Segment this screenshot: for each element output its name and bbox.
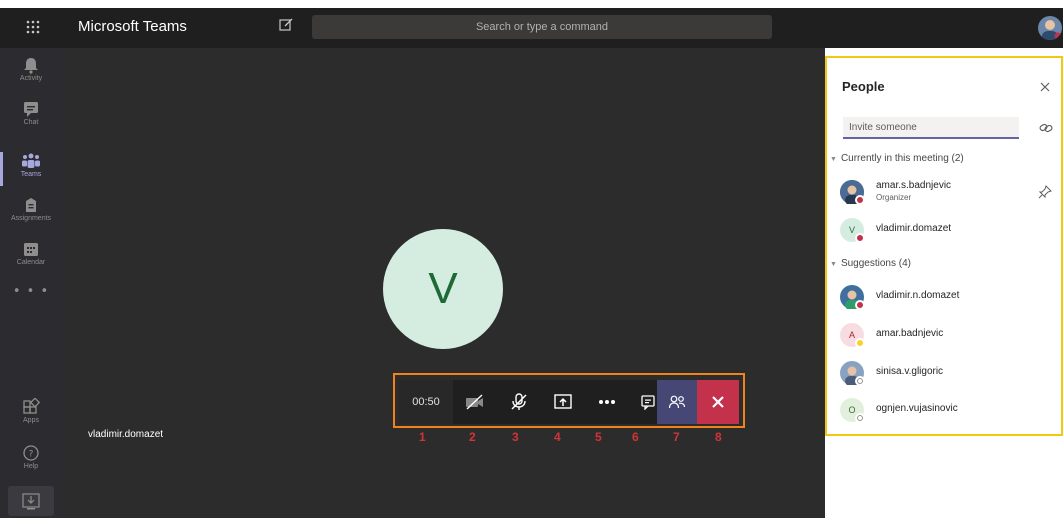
- suggestion-name: ognjen.vujasinovic: [876, 403, 958, 414]
- annotation-number: 8: [715, 430, 722, 444]
- invite-input[interactable]: [843, 117, 1019, 139]
- more-actions-button[interactable]: [585, 380, 629, 424]
- help-icon: ?: [23, 445, 39, 461]
- mute-button[interactable]: [497, 380, 541, 424]
- annotation-number: 3: [512, 430, 519, 444]
- teams-window: Microsoft Teams Search or type a command…: [0, 0, 1063, 518]
- status-offline-icon: [855, 413, 865, 423]
- download-icon: [22, 493, 40, 510]
- annotation-number: 5: [595, 430, 602, 444]
- rail-item-chat[interactable]: Chat: [0, 96, 62, 140]
- share-screen-icon: [554, 394, 572, 409]
- section-in-meeting[interactable]: ▼ Currently in this meeting (2): [830, 153, 964, 164]
- status-busy-icon: [855, 233, 865, 243]
- svg-text:?: ?: [29, 450, 34, 460]
- rail-item-help[interactable]: ? Help: [0, 440, 62, 484]
- status-busy-icon: [855, 300, 865, 310]
- annotation-number: 4: [554, 430, 561, 444]
- chat-icon: [641, 395, 655, 410]
- search-placeholder: Search or type a command: [475, 21, 609, 33]
- rail-label: Calendar: [16, 259, 46, 266]
- participant-name: vladimir.domazet: [876, 223, 952, 234]
- title-bar: Microsoft Teams Search or type a command: [0, 8, 1063, 48]
- app-rail: Activity Chat Teams Assignments Calendar…: [0, 48, 62, 518]
- collapse-icon: ▼: [830, 261, 837, 268]
- section-header: Suggestions (4): [840, 258, 911, 269]
- suggestion-name: amar.badnjevic: [876, 328, 944, 339]
- apps-icon: [23, 398, 41, 414]
- chat-icon: [24, 102, 38, 117]
- suggestion-name: sinisa.v.gligoric: [876, 366, 944, 377]
- bell-icon: [24, 58, 38, 74]
- annotation-number: 6: [632, 430, 639, 444]
- search-box[interactable]: Search or type a command: [312, 15, 772, 39]
- participant-role: Organizer: [876, 193, 912, 202]
- panel-title: People: [842, 79, 885, 94]
- suggestion-row[interactable]: vladimir.n.domazet: [840, 285, 1055, 315]
- app-title: Microsoft Teams: [78, 18, 187, 35]
- rail-item-apps[interactable]: Apps: [0, 394, 62, 438]
- more-apps-button[interactable]: • • •: [0, 284, 62, 299]
- suggestion-row[interactable]: A amar.badnjevic: [840, 323, 1055, 353]
- section-header: Currently in this meeting (2): [840, 153, 964, 164]
- section-suggestions[interactable]: ▼ Suggestions (4): [830, 258, 911, 269]
- camera-toggle-button[interactable]: [453, 380, 497, 424]
- download-app-button[interactable]: [8, 486, 54, 516]
- app-launcher-icon[interactable]: [22, 16, 44, 38]
- call-timer: 00:50: [399, 380, 453, 424]
- annotation-number: 2: [469, 430, 476, 444]
- share-screen-button[interactable]: [541, 380, 585, 424]
- participant-row[interactable]: amar.s.badnjevic Organizer: [840, 180, 1055, 210]
- rail-item-teams[interactable]: Teams: [0, 148, 62, 192]
- collapse-icon: ▼: [830, 156, 837, 163]
- status-offline-icon: [855, 376, 865, 386]
- rail-label: Apps: [23, 417, 39, 424]
- profile-avatar[interactable]: [1038, 16, 1062, 40]
- call-controls-bar: 00:50: [399, 380, 739, 424]
- rail-label: Activity: [19, 75, 43, 82]
- annotation-number: 7: [673, 430, 680, 444]
- rail-label: Teams: [20, 171, 42, 178]
- rail-label: Chat: [23, 119, 39, 126]
- show-participants-button[interactable]: [657, 380, 697, 424]
- status-away-icon: [855, 338, 865, 348]
- new-chat-icon[interactable]: [278, 17, 298, 37]
- people-icon: [668, 395, 686, 409]
- annotation-number: 1: [419, 430, 426, 444]
- participant-avatar: V: [383, 229, 503, 349]
- close-panel-button[interactable]: [1040, 80, 1050, 96]
- participant-name: amar.s.badnjevic: [876, 180, 952, 191]
- rail-item-activity[interactable]: Activity: [0, 52, 62, 96]
- microphone-off-icon: [511, 393, 527, 410]
- hang-up-button[interactable]: [697, 380, 739, 424]
- share-link-icon[interactable]: [1038, 120, 1054, 134]
- meeting-stage: V vladimir.domazet: [62, 48, 825, 518]
- rail-label: Help: [23, 463, 39, 470]
- rail-label: Assignments: [10, 215, 52, 222]
- pin-icon[interactable]: [1038, 184, 1052, 199]
- suggestion-row[interactable]: sinisa.v.gligoric: [840, 361, 1055, 391]
- participant-row[interactable]: V vladimir.domazet: [840, 218, 1055, 248]
- suggestion-name: vladimir.n.domazet: [876, 290, 960, 301]
- calendar-icon: [24, 243, 38, 256]
- suggestion-row[interactable]: O ognjen.vujasinovic: [840, 398, 1055, 428]
- participant-name-label: vladimir.domazet: [88, 429, 164, 440]
- close-icon: [712, 396, 724, 408]
- camera-off-icon: [466, 394, 483, 410]
- assignments-icon: [26, 198, 36, 212]
- rail-item-assignments[interactable]: Assignments: [0, 192, 62, 236]
- teams-icon: [22, 153, 40, 168]
- more-icon: [599, 400, 615, 404]
- rail-item-calendar[interactable]: Calendar: [0, 236, 62, 280]
- status-busy-icon: [855, 195, 865, 205]
- close-icon: [1040, 82, 1050, 92]
